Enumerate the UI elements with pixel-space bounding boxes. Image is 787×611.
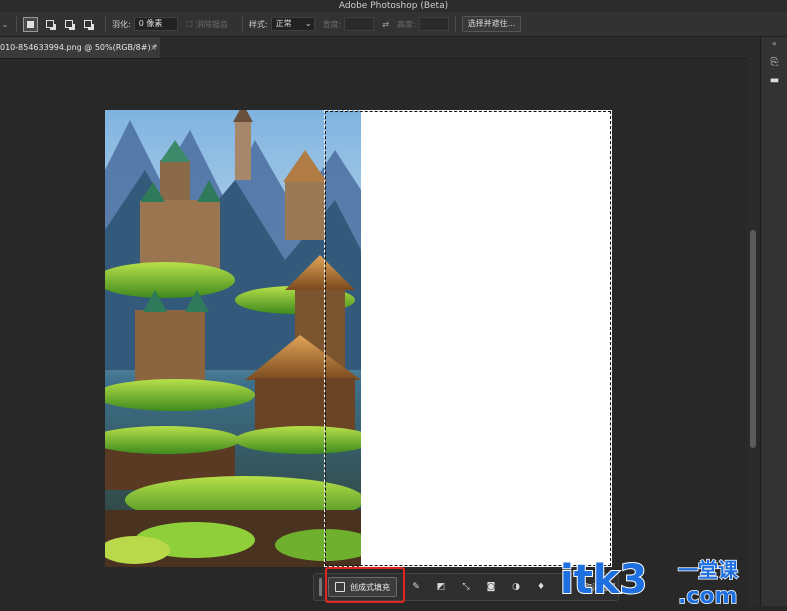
antialias-label: 消除锯齿 — [195, 19, 228, 29]
options-bar: ⌄ 羽化: 0 像素 ☐ 消除锯齿 样式: 正常 ⌄ 宽度: ⇄ 高度: 选择并遮… — [0, 12, 787, 37]
invert-icon[interactable]: ◑ — [510, 581, 522, 593]
width-label: 宽度: — [322, 19, 342, 29]
transparent-extension-area[interactable] — [361, 110, 612, 567]
style-label: 样式: — [248, 19, 268, 29]
history-icon[interactable]: ⎘ — [767, 57, 783, 69]
feather-input[interactable]: 0 像素 — [133, 17, 178, 31]
width-input[interactable] — [344, 17, 375, 31]
mask-icon[interactable]: ◩ — [435, 581, 447, 593]
contextual-task-bar: 创成式填充 ✎ ◩ ⤡ ◙ ◑ ♦ ⋯ 取消选择 — [313, 573, 619, 601]
divider — [241, 16, 243, 32]
fantasy-castle-image — [105, 110, 361, 567]
generative-fill-icon — [335, 582, 345, 592]
subtract-from-selection-button[interactable] — [61, 17, 76, 32]
window-title: Adobe Photoshop (Beta) — [0, 0, 787, 12]
feather-label: 羽化: — [112, 19, 131, 29]
style-value: 正常 — [275, 19, 292, 28]
antialias-checkbox[interactable]: ☐ — [186, 20, 193, 29]
chevron-down-icon[interactable]: ⌄ — [0, 20, 10, 29]
paint-bucket-icon[interactable]: ♦ — [535, 581, 547, 593]
add-to-selection-button[interactable] — [42, 17, 57, 32]
collapse-panels-icon[interactable]: « — [767, 39, 783, 51]
document-tab-title: 010-854633994.png @ 50%(RGB/8#) * — [0, 43, 158, 52]
height-label: 高度: — [396, 19, 416, 29]
new-selection-button[interactable] — [23, 16, 38, 32]
more-icon[interactable]: ⋯ — [560, 581, 572, 593]
divider — [454, 16, 456, 32]
document-canvas[interactable] — [105, 110, 612, 567]
vertical-scrollbar[interactable] — [747, 58, 759, 606]
chevron-down-icon: ⌄ — [304, 19, 312, 28]
close-icon[interactable]: × — [150, 37, 157, 58]
select-and-mask-button[interactable]: 选择并遮住... — [461, 16, 522, 32]
style-select[interactable]: 正常 ⌄ — [270, 17, 315, 31]
deselect-button[interactable]: 取消选择 — [584, 582, 616, 593]
fill-mask-icon[interactable]: ◙ — [485, 581, 497, 593]
document-tab[interactable]: 010-854633994.png @ 50%(RGB/8#) * × — [0, 37, 160, 58]
drag-handle[interactable] — [319, 578, 322, 596]
svg-text:一堂课: 一堂课 — [678, 558, 739, 582]
divider — [16, 16, 17, 32]
scrollbar-thumb[interactable] — [750, 230, 756, 448]
document-tab-bar: 010-854633994.png @ 50%(RGB/8#) * × — [0, 37, 760, 59]
comment-icon[interactable]: ▬ — [767, 75, 783, 87]
generative-fill-button[interactable]: 创成式填充 — [328, 577, 397, 597]
swap-icon[interactable]: ⇄ — [382, 20, 389, 29]
svg-text:.com: .com — [678, 584, 737, 607]
right-panel-dock: « ⎘ ▬ — [760, 37, 787, 606]
brush-icon[interactable]: ✎ — [410, 581, 422, 593]
divider — [105, 16, 106, 32]
height-input[interactable] — [418, 17, 449, 31]
transform-icon[interactable]: ⤡ — [460, 581, 472, 593]
intersect-selection-button[interactable] — [80, 17, 95, 32]
generative-fill-label: 创成式填充 — [350, 582, 390, 592]
